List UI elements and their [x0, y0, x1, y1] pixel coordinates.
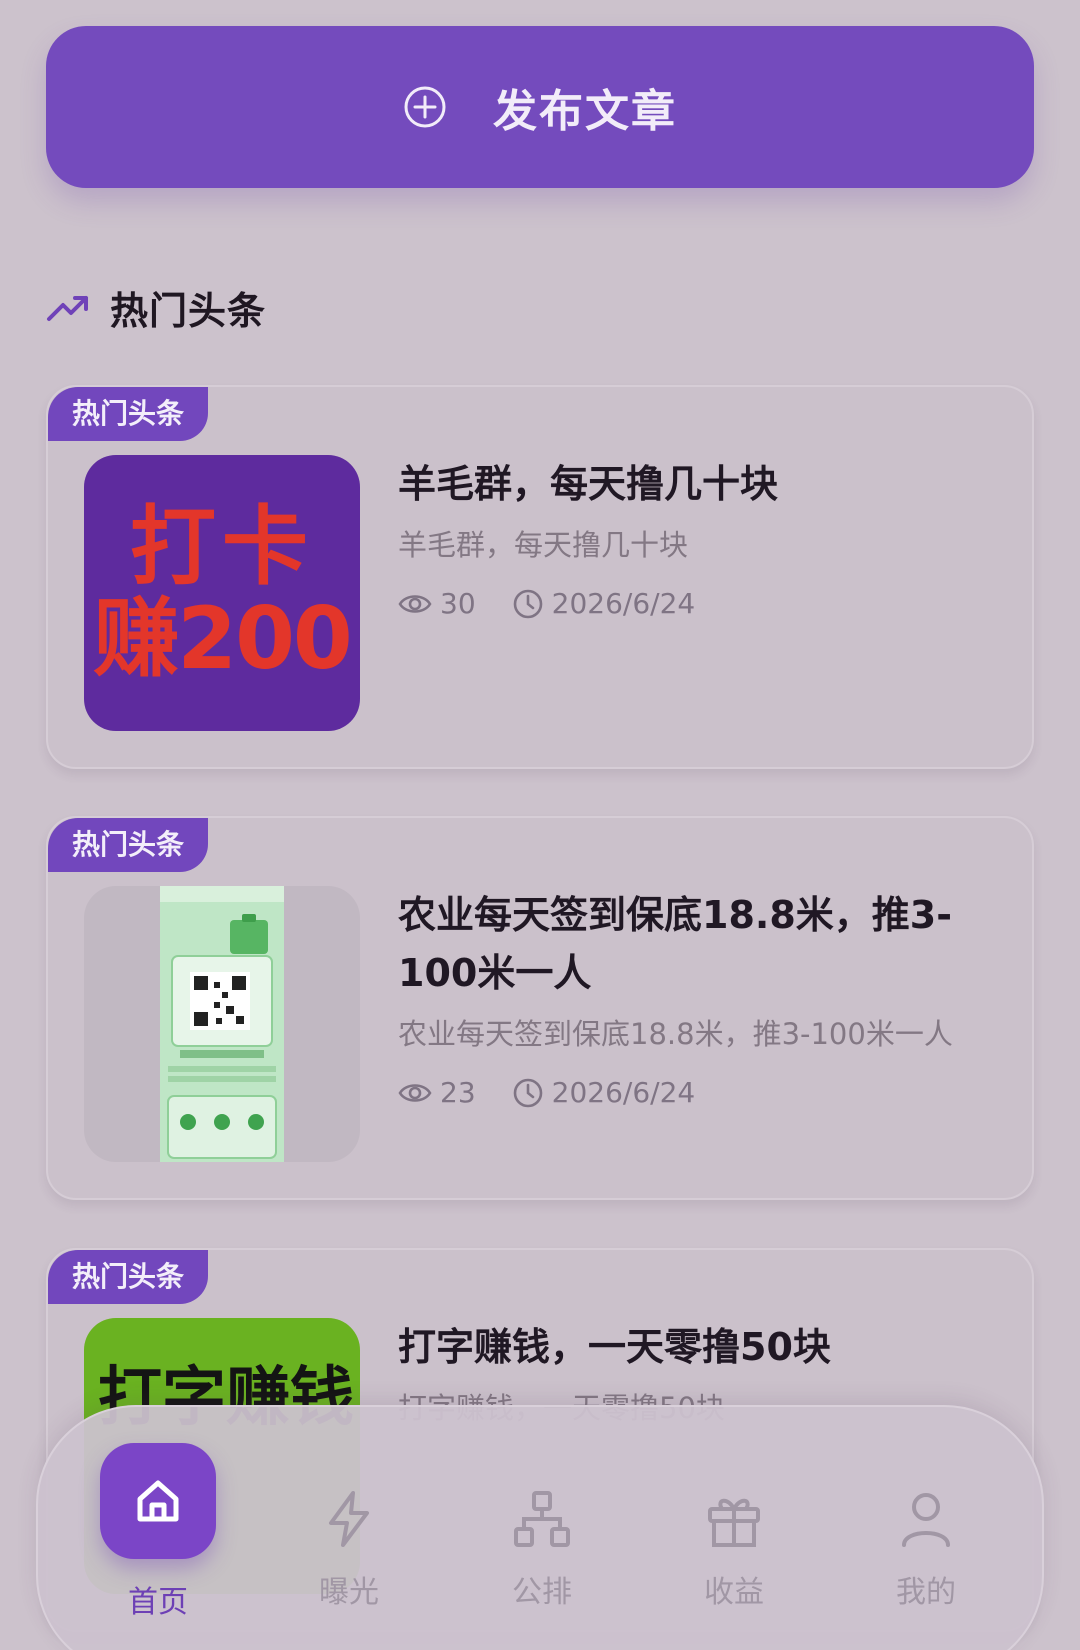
- bottom-navigation: 首页 曝光 公排 收益 我的: [36, 1405, 1044, 1650]
- nav-item-exposure[interactable]: 曝光: [253, 1407, 445, 1650]
- hierarchy-icon: [514, 1491, 570, 1547]
- article-description: 羊毛群，每天撸几十块: [398, 528, 689, 562]
- publish-date: 2026/6/24: [512, 587, 696, 620]
- publish-date-value: 2026/6/24: [551, 587, 696, 620]
- lightning-icon: [329, 1491, 369, 1547]
- article-card[interactable]: 热门头条 打卡 赚200 羊毛群，每天撸几十块 羊毛群，每天撸几十块 30 20…: [46, 385, 1034, 769]
- article-thumbnail: 打卡 赚200: [84, 455, 360, 731]
- article-title: 打字赚钱，一天零撸50块: [398, 1325, 831, 1369]
- clock-icon: [513, 589, 542, 618]
- eye-icon: [398, 594, 432, 613]
- clock-icon: [513, 1078, 542, 1107]
- article-card[interactable]: 热门头条 农业每天签到保底18.8米，推3-100米一人 农业每天签到保底18.…: [46, 816, 1034, 1200]
- hot-tag: 热门头条: [48, 818, 209, 872]
- hot-tag: 热门头条: [48, 1250, 209, 1304]
- nav-item-queue[interactable]: 公排: [446, 1407, 638, 1650]
- nav-label: 曝光: [319, 1575, 379, 1610]
- publish-article-label: 发布文章: [493, 86, 677, 137]
- hot-tag: 热门头条: [48, 387, 209, 441]
- thumbnail-text: 赚200: [93, 589, 353, 689]
- nav-item-profile[interactable]: 我的: [830, 1407, 1022, 1650]
- nav-label: 公排: [512, 1575, 572, 1610]
- user-icon: [902, 1493, 950, 1547]
- section-header: 热门头条: [46, 280, 266, 335]
- view-count: 30: [398, 587, 476, 620]
- thumbnail-text: 打卡: [130, 497, 314, 597]
- nav-item-earnings[interactable]: 收益: [638, 1407, 830, 1650]
- publish-date-value: 2026/6/24: [551, 1076, 696, 1109]
- gift-icon: [708, 1498, 760, 1547]
- nav-label: 首页: [128, 1585, 188, 1620]
- article-title: 农业每天签到保底18.8米，推3-100米一人: [398, 893, 952, 995]
- article-meta: 23 2026/6/24: [398, 1076, 992, 1109]
- screenshot-image: [160, 886, 284, 1162]
- publish-article-button[interactable]: 发布文章: [46, 26, 1034, 188]
- view-count-value: 23: [440, 1076, 476, 1109]
- article-description: 农业每天签到保底18.8米，推3-100米一人: [398, 1017, 953, 1051]
- plus-circle-icon: [404, 86, 446, 128]
- section-title: 热门头条: [110, 289, 267, 333]
- home-icon-wrap: [100, 1443, 216, 1559]
- phone-screenshot-graphic: [160, 886, 284, 1162]
- nav-item-home[interactable]: 首页: [62, 1407, 254, 1650]
- home-icon: [137, 1480, 179, 1522]
- article-title: 羊毛群，每天撸几十块: [398, 462, 779, 506]
- nav-label: 我的: [896, 1575, 956, 1610]
- view-count: 23: [398, 1076, 476, 1109]
- eye-icon: [398, 1083, 432, 1102]
- publish-date: 2026/6/24: [512, 1076, 696, 1109]
- article-meta: 30 2026/6/24: [398, 587, 992, 620]
- view-count-value: 30: [440, 587, 476, 620]
- article-thumbnail: [84, 886, 360, 1162]
- trending-up-icon: [47, 295, 88, 321]
- nav-label: 收益: [704, 1575, 764, 1610]
